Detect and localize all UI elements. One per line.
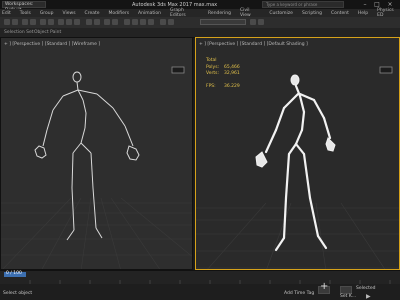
undo-icon[interactable] — [4, 19, 10, 25]
maximize-button[interactable]: □ — [372, 1, 382, 8]
timeline[interactable]: 0 / 100 — [0, 270, 400, 285]
menu-group[interactable]: Group — [40, 11, 54, 16]
minimize-button[interactable]: – — [360, 1, 370, 8]
stats-fps-label: FPS: — [206, 84, 216, 89]
render-setup-icon[interactable] — [160, 19, 166, 25]
set-key-label: Set K... — [340, 294, 357, 299]
viewport-right-shaded[interactable]: + ] [Perspective ] [Standard ] [Default … — [195, 37, 400, 270]
timeline-ruler — [4, 272, 391, 284]
left-viewport-scene — [1, 71, 192, 269]
named-selection-dropdown[interactable] — [200, 19, 246, 25]
link-icon[interactable] — [22, 19, 28, 25]
workspace-selector[interactable]: Workspaces: Default — [2, 1, 46, 13]
menu-create[interactable]: Create — [85, 11, 100, 16]
tab-object-paint[interactable]: Object Paint — [34, 30, 61, 35]
menu-animation[interactable]: Animation — [138, 11, 161, 16]
grid-icon[interactable] — [250, 19, 256, 25]
viewcube-icon[interactable] — [171, 66, 185, 74]
unlink-icon[interactable] — [30, 19, 36, 25]
select-by-name-icon[interactable] — [48, 19, 54, 25]
align-icon[interactable] — [112, 19, 118, 25]
redo-icon[interactable] — [12, 19, 18, 25]
close-button[interactable]: × — [385, 1, 395, 8]
plus-icon[interactable]: + — [320, 282, 328, 292]
menu-rendering[interactable]: Rendering — [208, 11, 231, 16]
viewcube-icon[interactable] — [379, 66, 393, 74]
scale-icon[interactable] — [74, 19, 80, 25]
layer-icon[interactable] — [124, 19, 130, 25]
ground-grid — [196, 202, 399, 269]
menu-help[interactable]: Help — [358, 11, 368, 16]
schematic-icon[interactable] — [140, 19, 146, 25]
viewport-label[interactable]: + ] [Perspective ] [Standard ] [Default … — [199, 42, 308, 47]
ground-grid — [1, 197, 192, 269]
rotate-icon[interactable] — [66, 19, 72, 25]
shaded-skeleton — [255, 74, 336, 252]
set-key-button[interactable] — [340, 286, 352, 294]
selected-dropdown[interactable]: Selected — [356, 286, 376, 292]
stats-verts-label: Verts: — [206, 71, 219, 76]
time-slider-label[interactable]: 0 / 100 — [6, 271, 22, 277]
stats-fps-value: 36.229 — [224, 84, 240, 89]
menu-tools[interactable]: Tools — [20, 11, 31, 16]
curve-editor-icon[interactable] — [132, 19, 138, 25]
stats-polys-label: Polys: — [206, 65, 220, 70]
select-icon[interactable] — [40, 19, 46, 25]
menu-customize[interactable]: Customize — [269, 11, 293, 16]
add-time-tag-button[interactable]: Add Time Tag — [284, 291, 314, 297]
tab-selection-set[interactable]: Selection Set — [4, 30, 34, 35]
viewport-label[interactable]: + ] [Perspective ] [Standard ] [Wirefram… — [4, 42, 100, 47]
menu-views[interactable]: Views — [63, 11, 76, 16]
render-icon[interactable] — [168, 19, 174, 25]
status-prompt: Select object — [3, 291, 33, 296]
menu-modifiers[interactable]: Modifiers — [109, 11, 130, 16]
snap-icon[interactable] — [86, 19, 92, 25]
move-icon[interactable] — [58, 19, 64, 25]
wireframe-skeleton — [34, 71, 140, 241]
stats-verts-value: 32,961 — [224, 71, 240, 76]
mirror-icon[interactable] — [258, 19, 264, 25]
material-editor-icon[interactable] — [148, 19, 154, 25]
menu-bar: Edit Tools Group Views Create Modifiers … — [0, 8, 400, 18]
menu-content[interactable]: Content — [331, 11, 349, 16]
play-icon[interactable]: ▶ — [366, 294, 371, 300]
menu-edit[interactable]: Edit — [2, 11, 11, 16]
search-input[interactable]: Type a keyword or phrase — [262, 1, 344, 8]
stats-header: Total — [206, 58, 217, 63]
menu-scripting[interactable]: Scripting — [302, 11, 322, 16]
angle-snap-icon[interactable] — [94, 19, 100, 25]
viewport-left-wireframe[interactable]: + ] [Perspective ] [Standard ] [Wirefram… — [0, 37, 193, 270]
stats-polys-value: 65,466 — [224, 65, 240, 70]
mirror-icon[interactable] — [104, 19, 110, 25]
